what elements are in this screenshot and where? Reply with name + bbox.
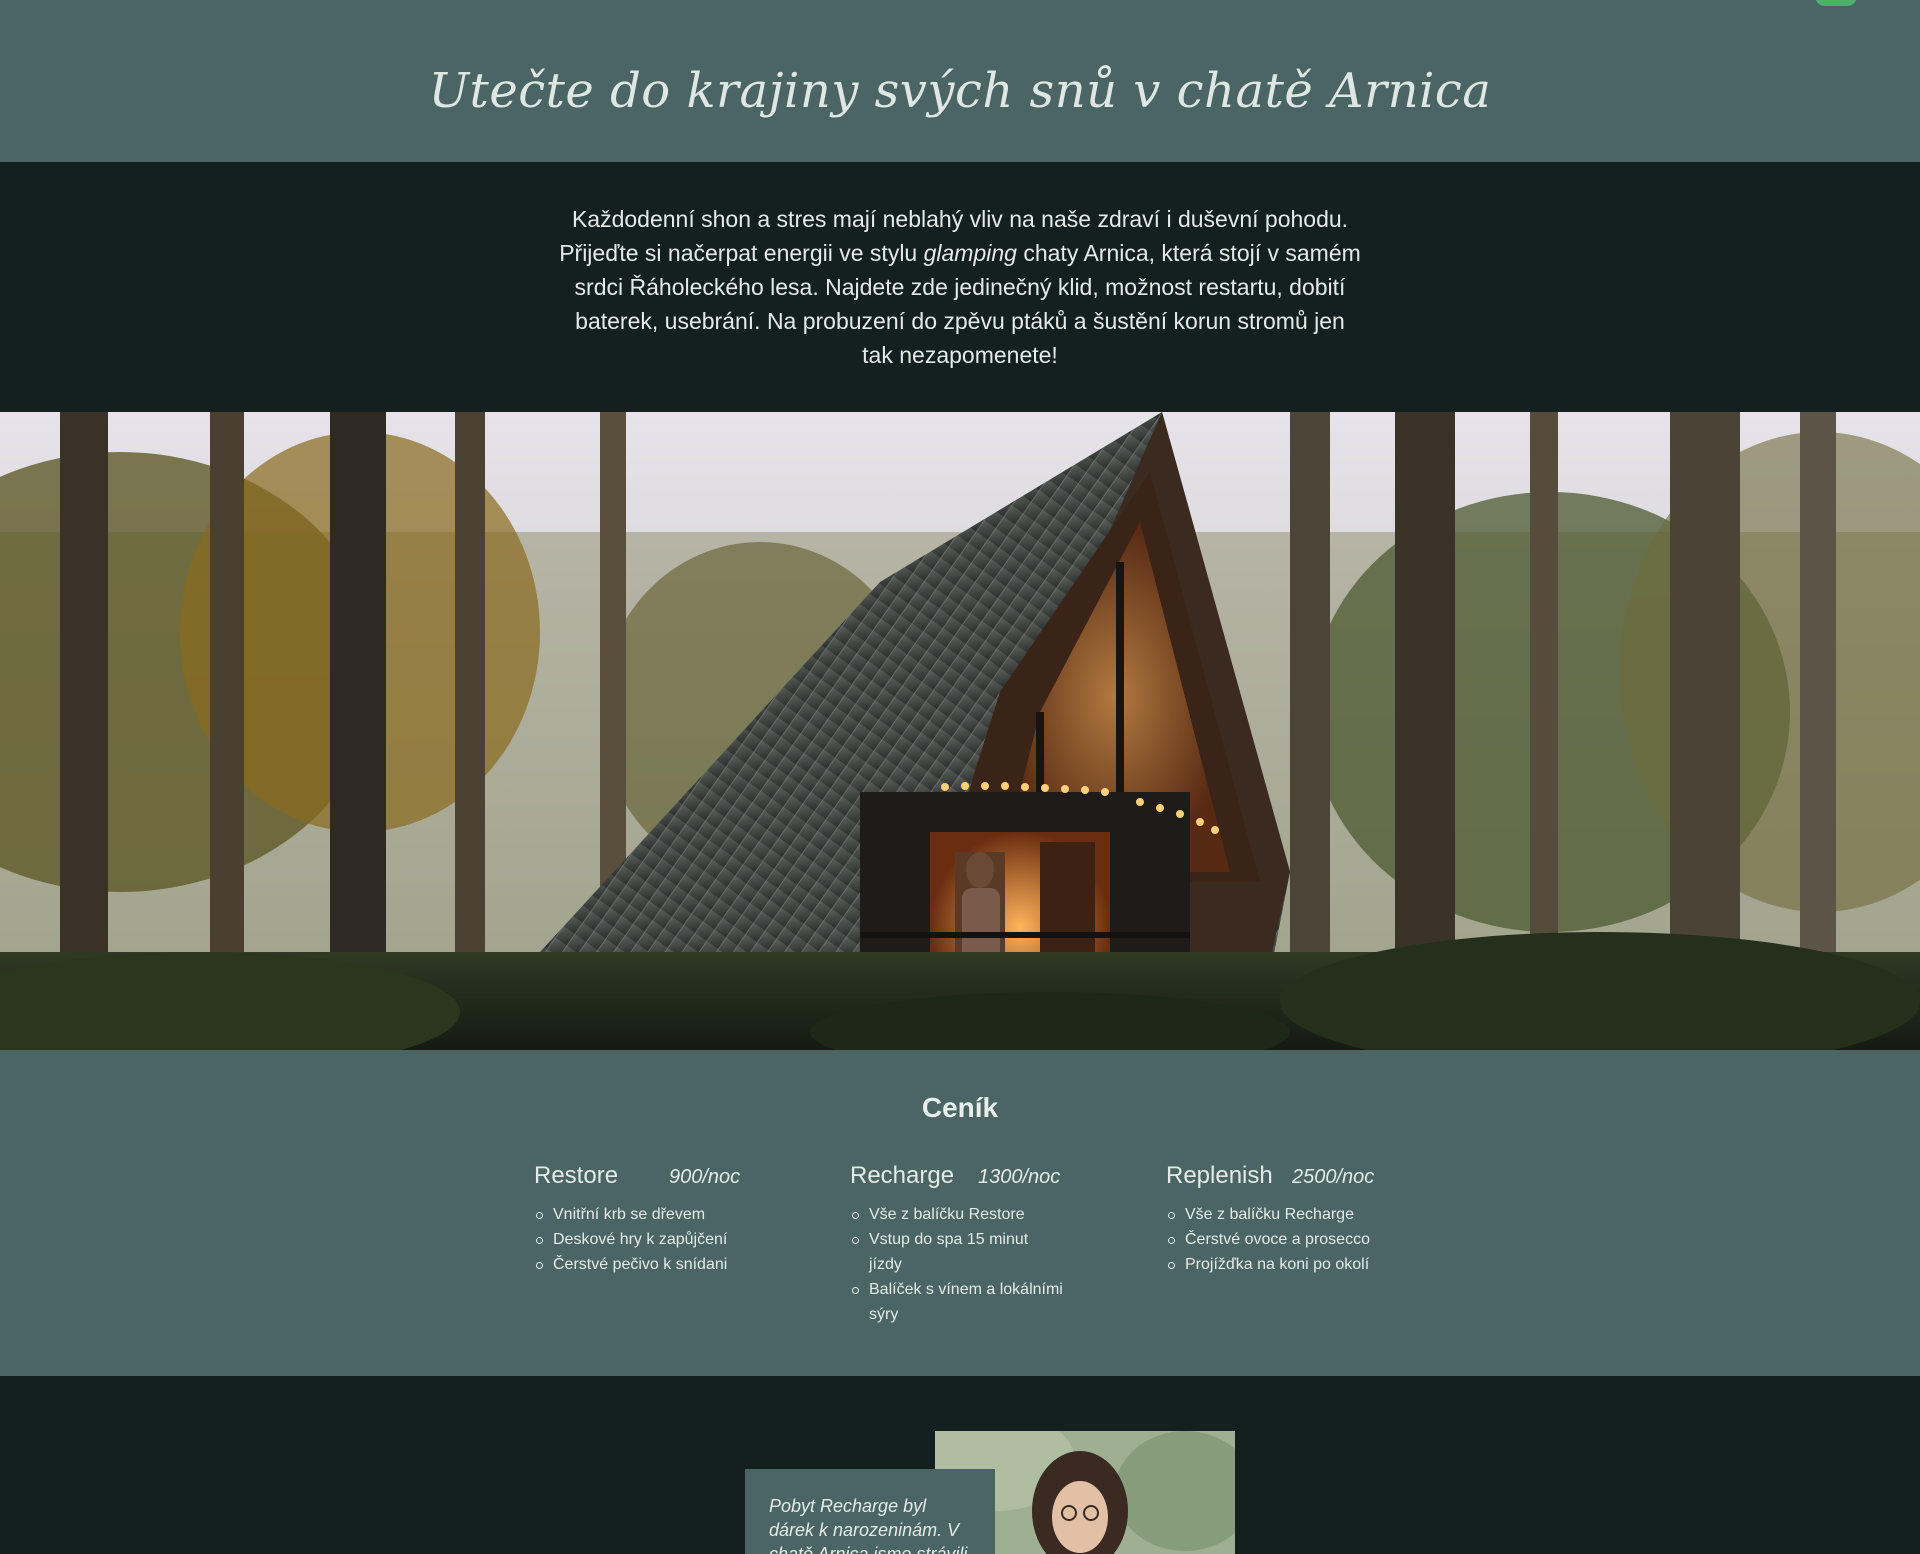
reviews-section: Pobyt Recharge byl dárek k narozeninám. … bbox=[0, 1376, 1920, 1554]
toggle-switch[interactable] bbox=[1815, 0, 1857, 6]
plan-recharge: Recharge 1300/noc Vše z balíčku Restore … bbox=[850, 1158, 1100, 1327]
plan-feature: Deskové hry k zapůjčení bbox=[534, 1227, 784, 1252]
header-band: Utečte do krajiny svých snů v chatě Arni… bbox=[0, 0, 1920, 162]
plan-feature: Balíček s vínem a lokálními sýry bbox=[850, 1277, 1065, 1327]
cabin-photo bbox=[0, 412, 1920, 1050]
pricing-section: Ceník Restore 900/noc Vnitřní krb se dře… bbox=[0, 1050, 1920, 1376]
plan-name: Restore bbox=[534, 1162, 619, 1189]
intro-text-emphasis: glamping bbox=[923, 240, 1017, 266]
plan-feature: Čerstvé pečivo k snídani bbox=[534, 1252, 784, 1277]
plan-feature: Vše z balíčku Recharge bbox=[1166, 1202, 1416, 1227]
intro-text: Každodenní shon a stres mají neblahý vli… bbox=[558, 202, 1362, 372]
pricing-heading: Ceník bbox=[921, 1092, 999, 1123]
plan-price: 2500/noc bbox=[1292, 1166, 1375, 1188]
plan-price: 1300/noc bbox=[978, 1166, 1061, 1188]
plan-feature: Vnitřní krb se dřevem bbox=[534, 1202, 784, 1227]
plan-replenish: Replenish 2500/noc Vše z balíčku Recharg… bbox=[1166, 1158, 1416, 1277]
intro-section: Každodenní shon a stres mají neblahý vli… bbox=[0, 162, 1920, 412]
review-card: Pobyt Recharge byl dárek k narozeninám. … bbox=[745, 1469, 995, 1554]
page-title: Utečte do krajiny svých snů v chatě Arni… bbox=[428, 63, 1492, 119]
arnica-logo[interactable] bbox=[58, 0, 158, 6]
review-quote: Pobyt Recharge byl dárek k narozeninám. … bbox=[769, 1496, 968, 1554]
plan-feature: Projížďka na koni po okolí bbox=[1166, 1252, 1416, 1277]
plan-name: Recharge bbox=[850, 1162, 955, 1189]
plan-feature: Vše z balíčku Restore bbox=[850, 1202, 1065, 1227]
plan-feature: Čerstvé ovoce a prosecco bbox=[1166, 1227, 1416, 1252]
plan-restore: Restore 900/noc Vnitřní krb se dřevem De… bbox=[534, 1158, 784, 1277]
plan-feature: Vstup do spa 15 minut jízdy bbox=[850, 1227, 1065, 1277]
plan-price: 900/noc bbox=[669, 1166, 741, 1188]
plan-name: Replenish bbox=[1166, 1162, 1273, 1189]
